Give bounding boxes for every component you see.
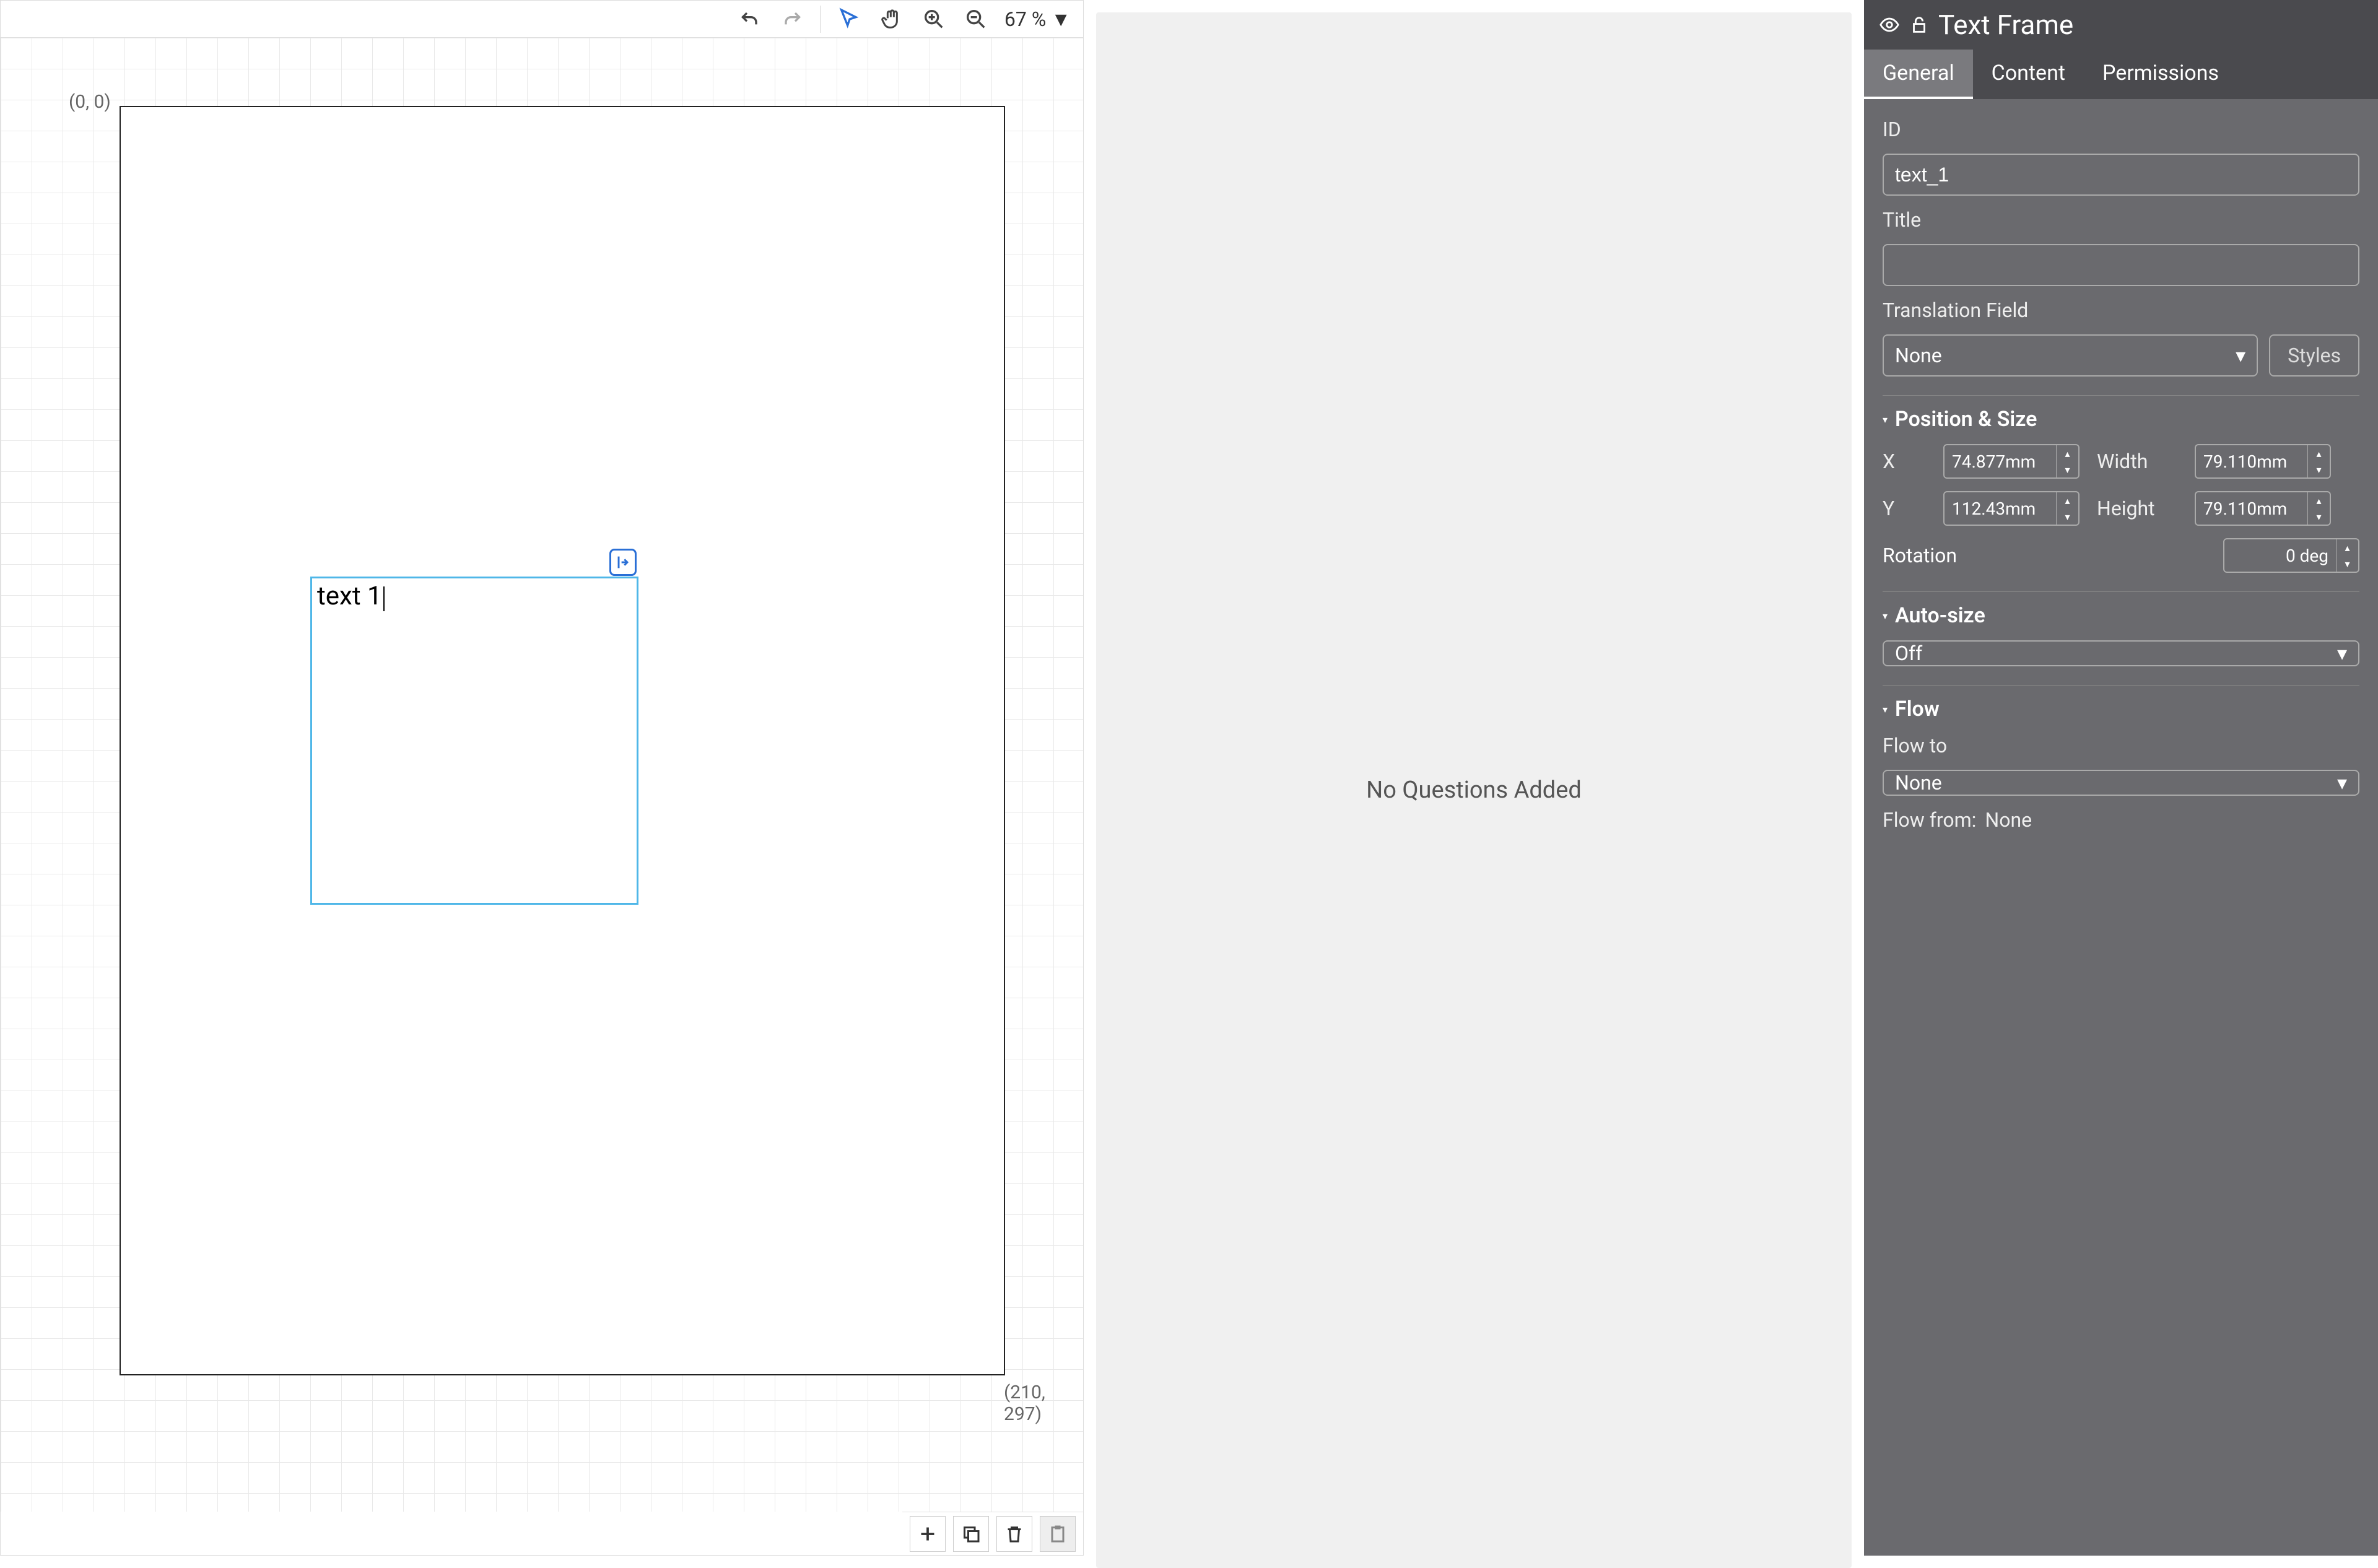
chevron-down-icon: ▾	[2337, 642, 2347, 665]
eye-icon[interactable]	[1879, 14, 1900, 35]
text-frame-content[interactable]: text 1	[312, 578, 390, 614]
id-input[interactable]	[1883, 154, 2359, 196]
id-label: ID	[1883, 118, 2359, 141]
panel-tabs: General Content Permissions	[1864, 50, 2378, 99]
canvas-toolbar: 67 % ▼	[1, 1, 1083, 38]
translation-field-label: Translation Field	[1883, 298, 2359, 322]
rotation-label: Rotation	[1883, 544, 2206, 567]
no-questions-message: No Questions Added	[1366, 777, 1582, 804]
chevron-down-icon: ▾	[2236, 344, 2245, 367]
zoom-in-tool[interactable]	[920, 6, 947, 33]
flow-from-row: Flow from: None	[1883, 808, 2359, 832]
translation-field-value: None	[1895, 344, 1942, 367]
add-page-button[interactable]	[910, 1516, 946, 1552]
section-flow-title: Flow	[1895, 697, 1940, 721]
flow-from-label: Flow from:	[1883, 808, 1976, 832]
flow-to-select[interactable]: None ▾	[1883, 770, 2359, 796]
redo-button[interactable]	[778, 6, 806, 33]
spin-down-icon[interactable]: ▾	[2337, 555, 2358, 572]
height-value: 79.110mm	[2196, 499, 2307, 519]
spin-up-icon[interactable]: ▴	[2308, 492, 2330, 508]
zoom-out-tool[interactable]	[962, 6, 990, 33]
zoom-display[interactable]: 67 % ▼	[1004, 7, 1071, 31]
flow-to-value: None	[1895, 771, 1942, 795]
undo-button[interactable]	[736, 6, 764, 33]
canvas-area: 67 % ▼ (0, 0) text 1 (210, 297)	[0, 0, 1084, 1556]
tab-general[interactable]: General	[1864, 50, 1973, 99]
page-tools	[902, 1512, 1083, 1555]
spin-down-icon[interactable]: ▾	[2308, 461, 2330, 477]
section-flow[interactable]: ▾ Flow	[1883, 685, 2359, 721]
flow-from-value: None	[1985, 808, 2032, 832]
section-auto-size[interactable]: ▾ Auto-size	[1883, 591, 2359, 628]
width-value: 79.110mm	[2196, 451, 2307, 472]
hand-tool[interactable]	[878, 6, 905, 33]
spin-up-icon[interactable]: ▴	[2057, 492, 2078, 508]
text-frame[interactable]: text 1	[310, 577, 638, 905]
collapse-icon: ▾	[1883, 414, 1888, 425]
questions-panel: No Questions Added	[1096, 12, 1852, 1568]
x-value: 74.877mm	[1945, 451, 2056, 472]
tab-permissions[interactable]: Permissions	[2084, 50, 2237, 99]
y-input[interactable]: 112.43mm ▴▾	[1943, 491, 2080, 526]
panel-title: Text Frame	[1938, 9, 2073, 41]
spin-up-icon[interactable]: ▴	[2337, 539, 2358, 555]
inspector-panel: Text Frame General Content Permissions I…	[1864, 0, 2378, 1556]
pointer-tool[interactable]	[836, 6, 863, 33]
x-input[interactable]: 74.877mm ▴▾	[1943, 444, 2080, 479]
rotation-input[interactable]: 0 deg ▴▾	[2223, 538, 2359, 573]
section-autosize-title: Auto-size	[1895, 603, 1985, 628]
section-position-size[interactable]: ▾ Position & Size	[1883, 395, 2359, 432]
zoom-dropdown-icon[interactable]: ▼	[1051, 7, 1071, 31]
zoom-value: 67	[1004, 7, 1027, 31]
flow-out-icon[interactable]	[609, 549, 637, 576]
spin-down-icon[interactable]: ▾	[2057, 461, 2078, 477]
autosize-select[interactable]: Off ▾	[1883, 640, 2359, 666]
spin-up-icon[interactable]: ▴	[2057, 445, 2078, 461]
spin-up-icon[interactable]: ▴	[2308, 445, 2330, 461]
flow-to-label: Flow to	[1883, 734, 2359, 757]
width-input[interactable]: 79.110mm ▴▾	[2195, 444, 2331, 479]
height-label: Height	[2097, 497, 2177, 520]
origin-coordinates: (0, 0)	[69, 91, 111, 113]
zoom-unit: %	[1032, 7, 1046, 31]
panel-content: ID Title Translation Field None ▾ Styles…	[1864, 99, 2378, 850]
panel-header: Text Frame	[1864, 0, 2378, 50]
collapse-icon: ▾	[1883, 610, 1888, 622]
canvas-grid[interactable]: (0, 0) text 1 (210, 297)	[1, 38, 1083, 1512]
translation-field-select[interactable]: None ▾	[1883, 334, 2258, 377]
y-label: Y	[1883, 497, 1926, 520]
position-size-grid: X 74.877mm ▴▾ Width 79.110mm ▴▾ Y 112.43…	[1883, 444, 2359, 526]
delete-page-button[interactable]	[996, 1516, 1032, 1552]
styles-button[interactable]: Styles	[2269, 334, 2359, 377]
x-label: X	[1883, 450, 1926, 473]
collapse-icon: ▾	[1883, 703, 1888, 715]
rotation-value: 0 deg	[2224, 546, 2336, 566]
lock-icon[interactable]	[1909, 14, 1930, 35]
width-label: Width	[2097, 450, 2177, 473]
tab-content[interactable]: Content	[1973, 50, 2084, 99]
y-value: 112.43mm	[1945, 499, 2056, 519]
title-input[interactable]	[1883, 244, 2359, 286]
extent-coordinates: (210, 297)	[1004, 1382, 1083, 1425]
duplicate-page-button[interactable]	[953, 1516, 989, 1552]
chevron-down-icon: ▾	[2337, 771, 2347, 795]
autosize-value: Off	[1895, 642, 1922, 665]
title-label: Title	[1883, 208, 2359, 232]
spin-down-icon[interactable]: ▾	[2308, 508, 2330, 525]
spin-down-icon[interactable]: ▾	[2057, 508, 2078, 525]
paste-button[interactable]	[1040, 1516, 1076, 1552]
section-position-title: Position & Size	[1895, 407, 2037, 432]
height-input[interactable]: 79.110mm ▴▾	[2195, 491, 2331, 526]
